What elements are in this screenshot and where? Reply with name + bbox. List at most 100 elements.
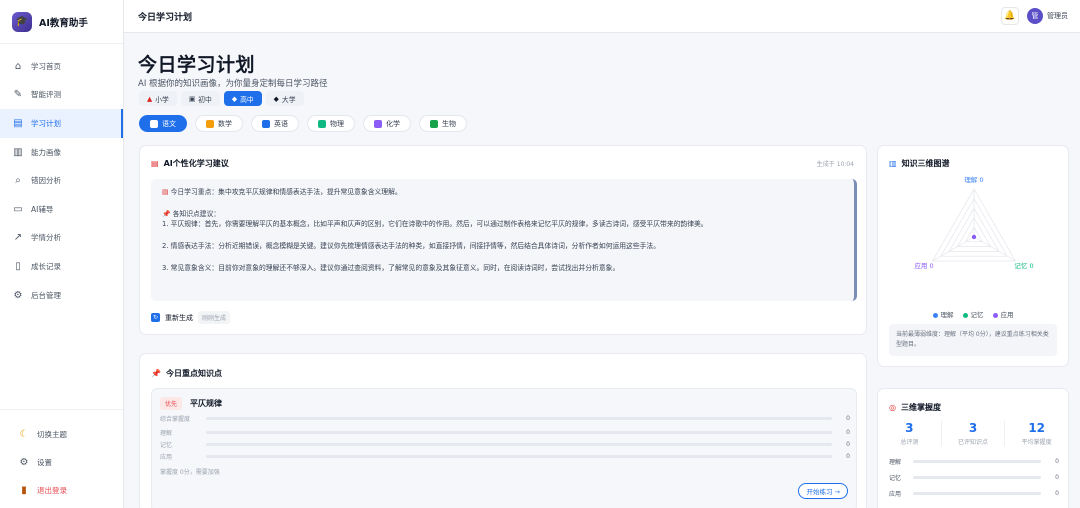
mastery-card-title: ◎ 三维掌握度 [889, 402, 941, 413]
progress-track [206, 430, 832, 434]
mastery-row-label: 理解 [889, 458, 902, 466]
abc-icon [262, 119, 270, 128]
mastery-row-value: 0 [1055, 489, 1059, 497]
ai-tip-3: 3. 常见意象含义：目前你对意象的理解还不够深入。建议你通过查阅资料，了解常见的… [162, 264, 620, 272]
toggle-theme-button[interactable]: ☾ 切换主题 [0, 420, 123, 448]
logout-button[interactable]: ▮ 退出登录 [0, 476, 123, 504]
sidebar: 🎓 AI教育助手 ⌂ 学习首页 ✎ 智能评测 ▤ 学习计划 ▥ 能力画像 ⌕ 错因分析 ▭… [0, 0, 124, 508]
kp-row-label: 理解 [160, 429, 173, 437]
bar-chart-icon: ▥ [13, 146, 23, 158]
radar-axis-line [973, 236, 1016, 262]
legend-item-understand[interactable]: 理解 [932, 309, 954, 319]
pin-icon: 📌 [162, 210, 173, 218]
tab-label: 大学 [281, 95, 296, 104]
knowledge-radar-card: ▥ 知识三维图谱 理解 0 应用 0 记忆 0 理解 记忆 应用 当前最薄弱维度… [877, 145, 1069, 367]
tab-chemistry[interactable]: 化学 [363, 115, 411, 132]
legend-dot [932, 312, 938, 318]
sidebar-item-ability-profile[interactable]: ▥ 能力画像 [0, 138, 123, 167]
sidebar-item-assessment[interactable]: ✎ 智能评测 [0, 81, 123, 110]
stat-total-assessments: 3 总评测 [878, 421, 942, 446]
kp-row-value: 0 [846, 452, 850, 460]
ai-card-title: ▤ AI个性化学习建议 [151, 158, 229, 169]
kp-row-label: 记忆 [160, 441, 173, 449]
sidebar-nav: ⌂ 学习首页 ✎ 智能评测 ▤ 学习计划 ▥ 能力画像 ⌕ 错因分析 ▭ AI辅导 ↗ 学情分… [0, 44, 123, 309]
radar-card-title: ▥ 知识三维图谱 [889, 158, 950, 169]
kp-card-title-text: 今日重点知识点 [165, 369, 222, 378]
settings-button[interactable]: ⚙ 设置 [0, 448, 123, 476]
topbar-actions: 🔔 管 管理员 [1001, 7, 1068, 25]
tab-label: 生物 [442, 119, 456, 128]
tab-biology[interactable]: 生物 [419, 115, 467, 132]
kp-row-label: 应用 [160, 453, 173, 461]
book-icon [150, 119, 158, 128]
tab-chinese[interactable]: 语文 [139, 115, 187, 132]
user-menu[interactable]: 管 管理员 [1027, 8, 1068, 24]
tab-primary-school[interactable]: ▲ 小学 [139, 91, 177, 106]
stat-assessed-points: 3 已评知识点 [942, 421, 1006, 446]
ai-focus-text: 今日学习重点：集中攻克平仄规律和情感表达手法，提升常见意象含义理解。 [170, 188, 402, 196]
sidebar-item-study-plan[interactable]: ▤ 学习计划 [0, 109, 123, 138]
kp-note: 掌握度 0分，需要加强 [160, 469, 220, 476]
mastery-card: ◎ 三维掌握度 3 总评测 3 已评知识点 12 平均掌握度 理解 0 记忆 0 应用 0 [877, 388, 1069, 508]
sidebar-item-ai-tutor[interactable]: ▭ AI辅导 [0, 195, 123, 224]
brand-name: AI教育助手 [39, 17, 88, 29]
radar-grid [931, 188, 1017, 262]
brand[interactable]: 🎓 AI教育助手 [0, 0, 123, 44]
stat-value: 12 [1028, 421, 1046, 435]
tab-label: 化学 [386, 119, 400, 128]
tab-math[interactable]: 数学 [195, 115, 243, 132]
mastery-row-value: 0 [1055, 473, 1059, 481]
stat-label: 总评测 [900, 439, 919, 446]
tab-physics[interactable]: 物理 [307, 115, 355, 132]
topbar-title: 今日学习计划 [138, 12, 193, 23]
sidebar-item-admin[interactable]: ⚙ 后台管理 [0, 281, 123, 310]
ai-focus-line: ▤ 今日学习重点：集中攻克平仄规律和情感表达手法，提升常见意象含义理解。 [162, 187, 842, 197]
progress-track [913, 491, 1042, 495]
notebook-icon: ▯ [15, 260, 21, 272]
tab-english[interactable]: 英语 [251, 115, 299, 132]
ai-suggestion-box[interactable]: ▤ 今日学习重点：集中攻克平仄规律和情感表达手法，提升常见意象含义理解。 📌 各… [151, 179, 857, 301]
radar-axis-label-memory: 记忆 0 [1014, 261, 1033, 270]
regenerate-button[interactable]: ↻ 重新生成 刚刚生成 [151, 311, 231, 324]
legend-item-apply[interactable]: 应用 [992, 309, 1014, 319]
legend-dot [992, 312, 998, 318]
tab-label: 高中 [240, 95, 254, 104]
mastery-row-label: 应用 [889, 490, 902, 498]
mastery-row-apply: 应用 0 [889, 488, 1059, 498]
mastery-row-understand: 理解 0 [889, 456, 1059, 466]
sidebar-item-label: 学习首页 [31, 61, 61, 71]
sidebar-item-label: 成长记录 [31, 261, 61, 271]
microscope-icon [430, 119, 438, 128]
book-icon: ▣ [188, 94, 196, 103]
kp-row-overall: 综合掌握度 0 [160, 413, 850, 423]
sidebar-item-growth-record[interactable]: ▯ 成长记录 [0, 252, 123, 281]
sidebar-item-label: 能力画像 [31, 147, 61, 157]
sidebar-item-learning-analysis[interactable]: ↗ 学情分析 [0, 224, 123, 253]
tab-university[interactable]: ◆ 大学 [265, 91, 304, 106]
legend-label: 应用 [1000, 311, 1014, 319]
settings-label: 设置 [37, 457, 52, 467]
tab-high-school[interactable]: ◆ 高中 [223, 91, 262, 106]
level-tabs: ▲ 小学 ▣ 初中 ◆ 高中 ◆ 大学 [139, 91, 304, 106]
legend-item-memory[interactable]: 记忆 [962, 309, 984, 319]
tab-label: 英语 [274, 119, 288, 128]
logout-label: 退出登录 [37, 485, 67, 495]
start-practice-button[interactable]: 开始练习 → [798, 483, 848, 499]
tab-label: 初中 [198, 95, 212, 104]
tab-label: 小学 [155, 95, 169, 104]
legend-dot [962, 312, 968, 318]
bell-icon[interactable]: 🔔 [1001, 7, 1019, 25]
tab-middle-school[interactable]: ▣ 初中 [180, 91, 220, 106]
sidebar-item-home[interactable]: ⌂ 学习首页 [0, 52, 123, 81]
bar-chart-icon: ▥ [889, 159, 897, 168]
calendar-icon: ▤ [13, 117, 23, 129]
graduation-cap-icon: 🎓 [12, 11, 32, 32]
kp-row-label: 综合掌握度 [160, 415, 191, 423]
progress-track [913, 459, 1042, 463]
weakest-dimension-note: 当前最薄弱维度：理解（平均 0分），建议重点练习相关类型题目。 [889, 324, 1057, 356]
sidebar-item-error-analysis[interactable]: ⌕ 错因分析 [0, 166, 123, 195]
radar-axis-label-understand: 理解 0 [964, 175, 983, 184]
moon-icon: ☾ [19, 428, 29, 440]
